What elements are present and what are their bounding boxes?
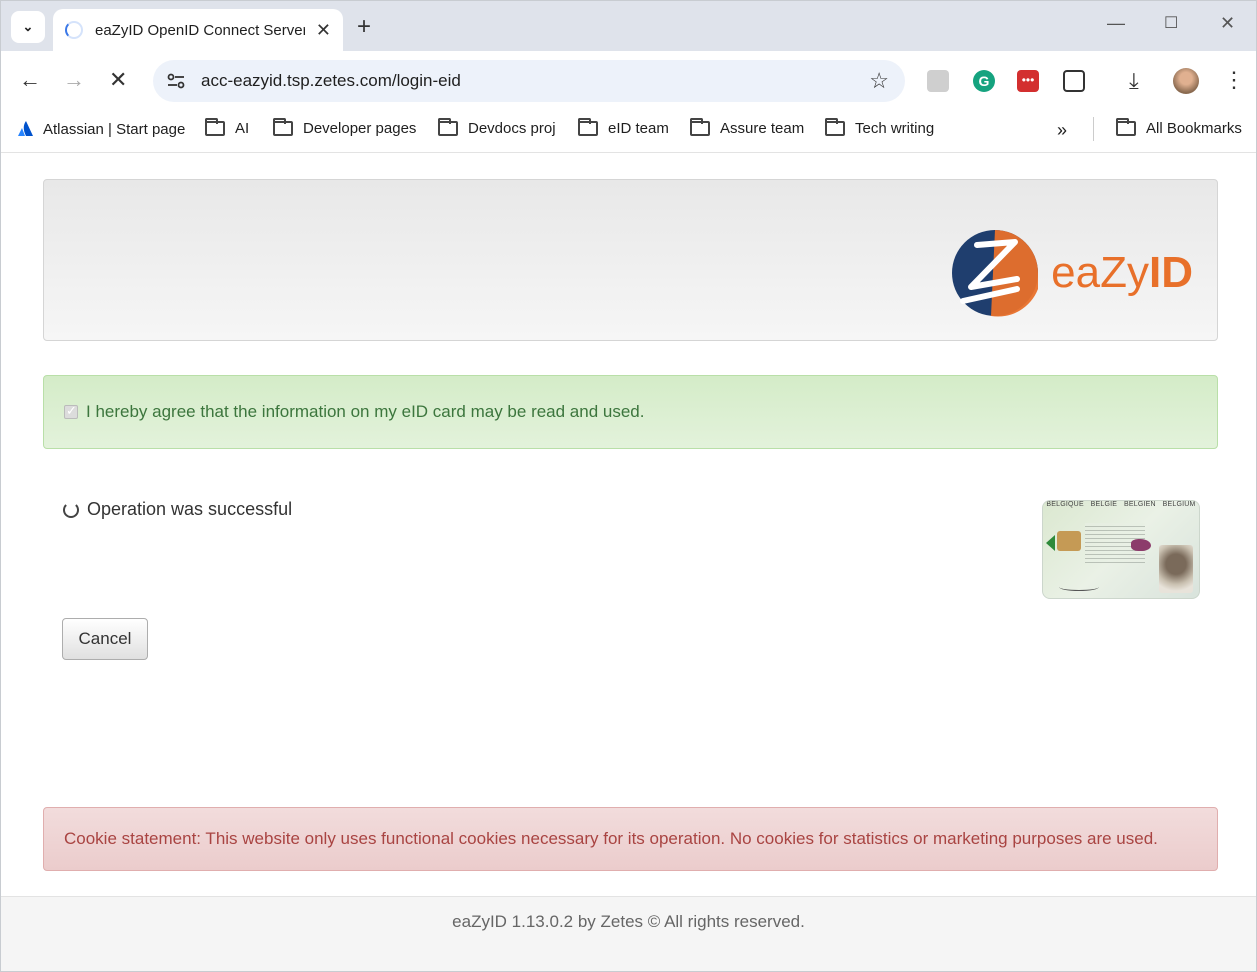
eid-card-image: BELGIQUE BELGIË BELGIEN BELGIUM xyxy=(1042,500,1200,599)
all-bookmarks[interactable]: All Bookmarks xyxy=(1116,118,1242,137)
bookmarks-divider xyxy=(1093,117,1094,141)
atlassian-icon xyxy=(18,121,33,136)
eazyid-logo-icon xyxy=(952,230,1039,317)
page-header: eaZyID xyxy=(43,179,1218,341)
tab-title: eaZyID OpenID Connect Server xyxy=(95,21,305,39)
page-footer: eaZyID 1.13.0.2 by Zetes © All rights re… xyxy=(1,896,1256,971)
browser-toolbar: ← → ✕ acc-eazyid.tsp.zetes.com/login-eid… xyxy=(1,51,1256,111)
forward-icon[interactable]: → xyxy=(63,67,85,93)
loading-spinner-icon xyxy=(65,21,83,39)
bookmark-label: Tech writing xyxy=(855,120,935,137)
extensions-puzzle-icon[interactable] xyxy=(1063,70,1085,92)
operation-status: Operation was successful xyxy=(63,499,292,520)
folder-icon xyxy=(690,118,710,136)
browser-window: ⌄ eaZyID OpenID Connect Server ✕ + — ☐ ✕… xyxy=(0,0,1257,972)
card-country-labels: BELGIQUE BELGIË BELGIEN BELGIUM xyxy=(1046,501,1196,508)
password-manager-extension-icon[interactable]: ••• xyxy=(1017,70,1039,92)
bookmark-label: Developer pages xyxy=(303,120,417,137)
bookmarks-bar: Atlassian | Start page AI Developer page… xyxy=(1,111,1256,153)
back-icon[interactable]: ← xyxy=(19,67,41,93)
bookmark-label: Assure team xyxy=(720,120,805,137)
download-icon[interactable]: ⤓ xyxy=(1129,68,1139,94)
url-text: acc-eazyid.tsp.zetes.com/login-eid xyxy=(201,71,461,90)
bookmark-label: Atlassian | Start page xyxy=(43,120,186,138)
page-content: eaZyID I hereby agree that the informati… xyxy=(1,153,1256,971)
bookmark-assure-team[interactable]: Assure team xyxy=(690,118,805,137)
spinner-icon xyxy=(63,501,79,518)
bookmark-label: Devdocs proj xyxy=(468,120,556,137)
new-tab-button[interactable]: + xyxy=(357,13,371,41)
consent-checkbox[interactable] xyxy=(64,403,78,419)
status-text: Operation was successful xyxy=(87,499,293,519)
bookmark-label: AI xyxy=(235,120,250,137)
active-tab[interactable]: eaZyID OpenID Connect Server ✕ xyxy=(53,9,343,51)
logo-text: eaZyID xyxy=(1051,248,1193,297)
tab-search-button[interactable]: ⌄ xyxy=(11,11,45,43)
bookmark-label: eID team xyxy=(608,120,669,137)
bookmark-star-icon[interactable]: ☆ xyxy=(869,68,889,94)
tab-strip: ⌄ eaZyID OpenID Connect Server ✕ + — ☐ ✕ xyxy=(1,1,1256,51)
cookie-statement-alert: Cookie statement: This website only uses… xyxy=(43,807,1218,871)
eazyid-logo: eaZyID xyxy=(951,229,1193,317)
footer-text: eaZyID 1.13.0.2 by Zetes © All rights re… xyxy=(452,912,805,931)
bookmark-devdocs-proj[interactable]: Devdocs proj xyxy=(438,118,556,137)
close-window-icon[interactable]: ✕ xyxy=(1220,13,1235,34)
consent-text: I hereby agree that the information on m… xyxy=(86,402,645,421)
folder-icon xyxy=(825,118,845,136)
more-bookmarks-chevron-icon[interactable]: » xyxy=(1057,120,1067,141)
consent-alert: I hereby agree that the information on m… xyxy=(43,375,1218,449)
site-settings-icon[interactable] xyxy=(165,70,187,92)
folder-icon xyxy=(578,118,598,136)
grammarly-extension-icon[interactable]: G xyxy=(973,70,995,92)
chevron-down-icon: ⌄ xyxy=(22,19,34,34)
minimize-icon[interactable]: — xyxy=(1107,13,1125,34)
screen-cast-extension-icon[interactable] xyxy=(927,70,949,92)
folder-icon xyxy=(438,118,458,136)
stop-loading-icon[interactable]: ✕ xyxy=(109,67,127,93)
cookie-statement-text: Cookie statement: This website only uses… xyxy=(64,829,1158,848)
bookmark-ai[interactable]: AI xyxy=(205,118,250,137)
close-tab-icon[interactable]: ✕ xyxy=(316,20,331,41)
folder-icon xyxy=(273,118,293,136)
folder-icon xyxy=(205,118,225,136)
address-bar[interactable]: acc-eazyid.tsp.zetes.com/login-eid ☆ xyxy=(153,60,905,102)
profile-avatar[interactable] xyxy=(1173,68,1199,94)
cancel-button[interactable]: Cancel xyxy=(62,618,148,660)
all-bookmarks-label: All Bookmarks xyxy=(1146,120,1242,137)
bookmark-atlassian[interactable]: Atlassian | Start page xyxy=(17,120,185,138)
menu-kebab-icon[interactable]: ⋮ xyxy=(1223,67,1245,93)
bookmark-eid-team[interactable]: eID team xyxy=(578,118,669,137)
folder-icon xyxy=(1116,118,1136,136)
bookmark-developer-pages[interactable]: Developer pages xyxy=(273,118,417,137)
maximize-icon[interactable]: ☐ xyxy=(1164,13,1178,33)
bookmark-tech-writing[interactable]: Tech writing xyxy=(825,118,935,137)
